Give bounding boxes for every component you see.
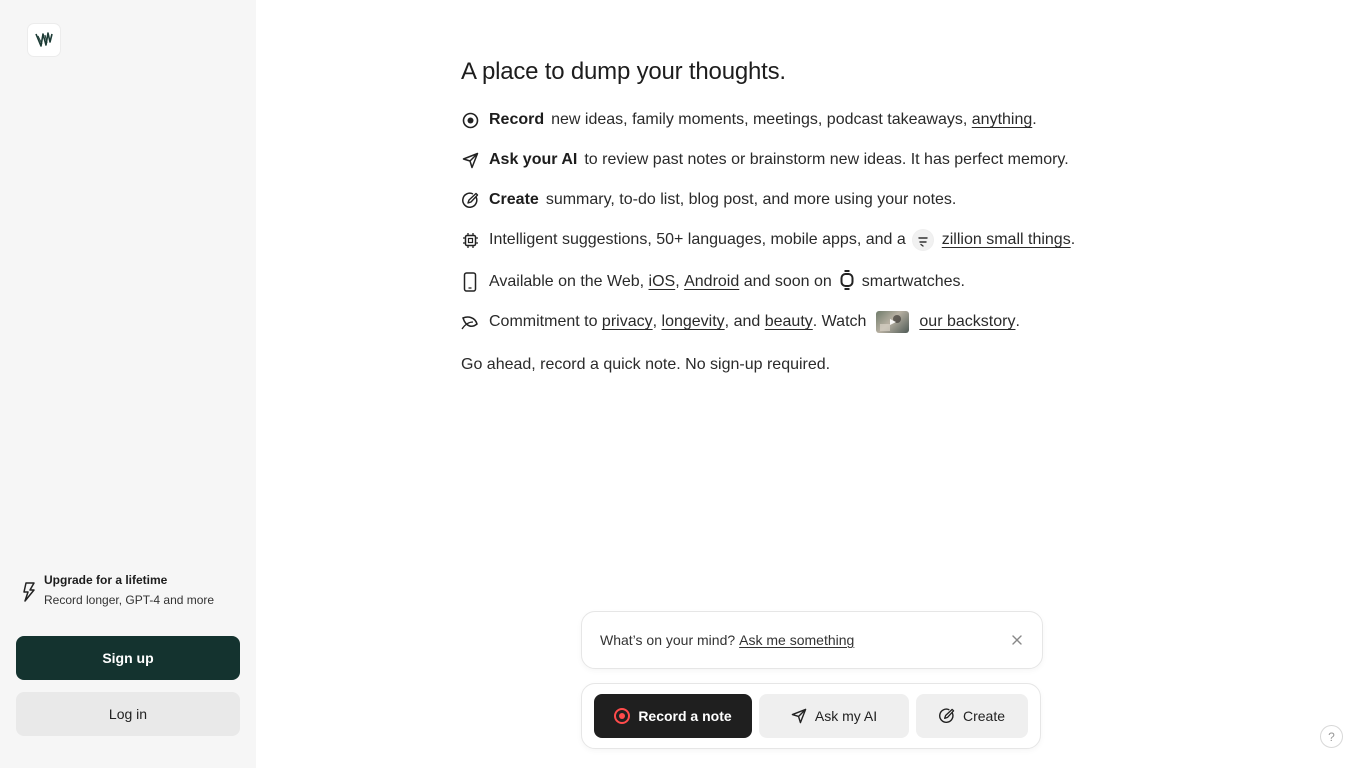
- brand-logo-icon[interactable]: [28, 24, 60, 56]
- record-icon: [461, 111, 479, 129]
- phone-icon: [461, 272, 479, 292]
- create-label: Create: [962, 708, 1006, 724]
- feature-platforms: Available on the Web, iOS, Android and s…: [461, 269, 965, 295]
- feature-ask-title: Ask your AI: [489, 151, 578, 168]
- beauty-link[interactable]: beauty: [765, 313, 813, 331]
- anything-link[interactable]: anything: [972, 111, 1033, 129]
- zillion-small-things-link[interactable]: zillion small things: [942, 231, 1071, 249]
- login-button[interactable]: Log in: [16, 692, 240, 736]
- commitment-text-a: Commitment to: [489, 313, 598, 330]
- feature-create: Create summary, to-do list, blog post, a…: [461, 188, 956, 212]
- sidebar: Upgrade for a lifetime Record longer, GP…: [0, 0, 256, 768]
- signup-button[interactable]: Sign up: [16, 636, 240, 680]
- ask-me-something-link[interactable]: Ask me something: [739, 632, 854, 648]
- action-bar: Record a note Ask my AI Create: [581, 683, 1041, 749]
- feature-ask: Ask your AI to review past notes or brai…: [461, 148, 1069, 172]
- feature-suggestions: Intelligent suggestions, 50+ languages, …: [461, 228, 1075, 252]
- lightning-icon: [23, 582, 35, 602]
- leaf-icon: [461, 313, 479, 331]
- smartwatch-icon: [840, 269, 854, 295]
- upgrade-promo[interactable]: Upgrade for a lifetime Record longer, GP…: [22, 572, 242, 608]
- record-note-label: Record a note: [638, 708, 732, 724]
- page-title: A place to dump your thoughts.: [461, 58, 786, 85]
- create-icon: [461, 191, 479, 209]
- feature-commitment: Commitment to privacy, longevity, and be…: [461, 310, 1020, 334]
- prompt-text: What’s on your mind?: [600, 632, 736, 648]
- record-note-button[interactable]: Record a note: [594, 694, 752, 738]
- chip-icon: [461, 231, 479, 249]
- closing-text: Go ahead, record a quick note. No sign-u…: [461, 356, 831, 373]
- close-icon[interactable]: [1010, 633, 1024, 647]
- upgrade-title: Upgrade for a lifetime: [44, 573, 168, 587]
- feature-create-title: Create: [489, 191, 539, 208]
- privacy-link[interactable]: privacy: [602, 313, 653, 331]
- ask-my-ai-label: Ask my AI: [814, 708, 878, 724]
- platforms-text-c: smartwatches.: [861, 273, 965, 290]
- feature-create-text: summary, to-do list, blog post, and more…: [545, 191, 957, 208]
- send-icon: [461, 151, 479, 169]
- ask-my-ai-button[interactable]: Ask my AI: [759, 694, 909, 738]
- send-icon: [791, 708, 807, 724]
- backstory-link[interactable]: our backstory: [919, 313, 1015, 331]
- ios-link[interactable]: iOS: [649, 273, 676, 291]
- upgrade-subtitle: Record longer, GPT-4 and more: [44, 593, 215, 607]
- feature-record: Record new ideas, family moments, meetin…: [461, 108, 1037, 132]
- create-button[interactable]: Create: [916, 694, 1028, 738]
- intro-content: A place to dump your thoughts. Record ne…: [461, 58, 1161, 373]
- longevity-link[interactable]: longevity: [662, 313, 725, 331]
- feature-ask-text: to review past notes or brainstorm new i…: [584, 151, 1069, 168]
- record-dot-icon: [614, 708, 631, 724]
- feature-record-title: Record: [489, 111, 545, 128]
- platforms-text-a: Available on the Web,: [489, 273, 645, 290]
- emoji-thumbnail: [911, 229, 934, 251]
- help-button[interactable]: ?: [1320, 725, 1343, 748]
- feature-suggestions-text: Intelligent suggestions, 50+ languages, …: [489, 231, 906, 248]
- backstory-video-thumbnail[interactable]: [876, 311, 910, 333]
- feature-record-text: new ideas, family moments, meetings, pod…: [551, 111, 968, 128]
- platforms-text-b: and soon on: [743, 273, 832, 290]
- android-link[interactable]: Android: [684, 273, 739, 291]
- prompt-card[interactable]: What’s on your mind? Ask me something: [581, 611, 1043, 669]
- create-icon: [939, 708, 955, 723]
